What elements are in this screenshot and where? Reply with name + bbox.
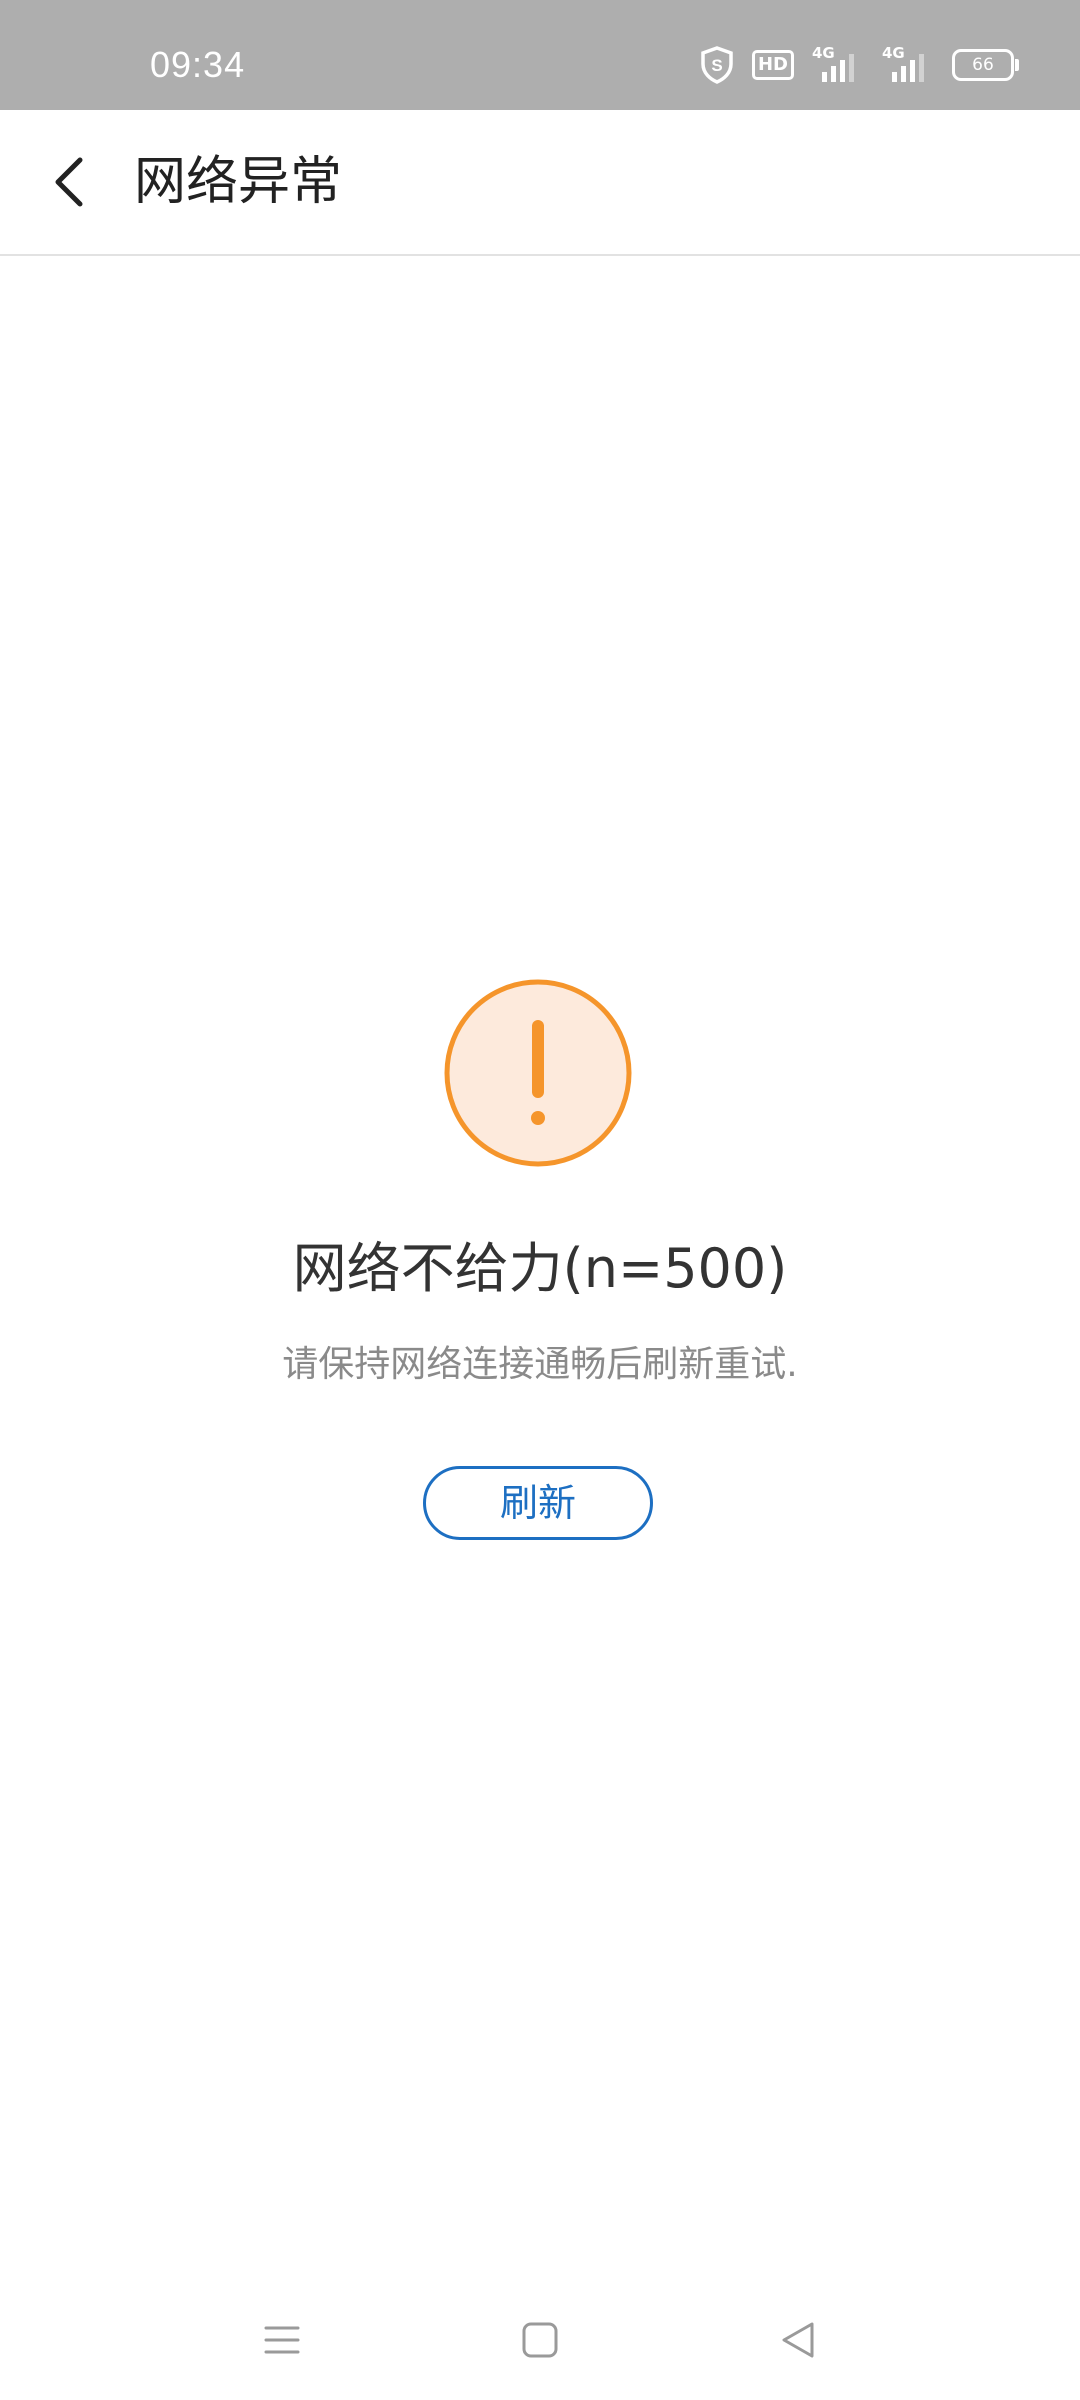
error-title: 网络不给力(n=500) <box>292 1237 788 1300</box>
battery-icon: 66 <box>952 49 1019 81</box>
signal-4g-icon: 4G <box>812 44 864 82</box>
chevron-left-icon <box>55 157 83 207</box>
exclamation-circle-icon <box>443 978 633 1168</box>
back-nav-button[interactable] <box>758 2300 838 2380</box>
menu-icon <box>264 2326 300 2354</box>
back-button[interactable] <box>40 150 104 214</box>
app-bar: 网络异常 <box>0 110 1080 256</box>
status-bar: 09:34 S HD 4G 4G 66 <box>0 0 1080 110</box>
error-subtitle: 请保持网络连接通畅后刷新重试. <box>282 1344 798 1385</box>
hd-icon: HD <box>751 50 794 80</box>
home-square-icon <box>522 2322 558 2358</box>
navigation-bar <box>0 2280 1080 2400</box>
status-icons: S HD 4G 4G 66 <box>700 44 1019 84</box>
menu-button[interactable] <box>242 2300 322 2380</box>
status-time: 09:34 <box>150 44 246 85</box>
svg-text:S: S <box>711 56 722 75</box>
signal-4g-icon: 4G <box>882 44 934 82</box>
shield-icon: S <box>700 46 734 84</box>
page-title: 网络异常 <box>134 152 343 212</box>
back-triangle-icon <box>782 2322 814 2358</box>
refresh-button[interactable]: 刷新 <box>423 1466 653 1540</box>
home-button[interactable] <box>500 2300 580 2380</box>
